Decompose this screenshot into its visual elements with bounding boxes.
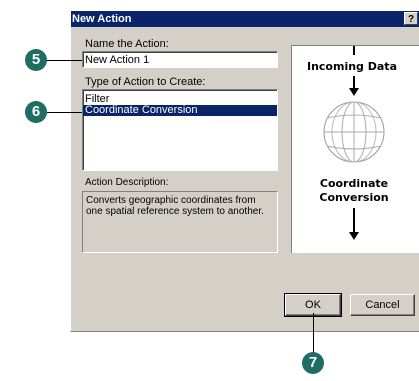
action-name-field[interactable] [82, 51, 278, 68]
action-name-input[interactable] [83, 52, 277, 67]
help-button[interactable]: ? [404, 12, 418, 25]
arrow-head-icon [349, 88, 359, 96]
dialog-title: New Action [72, 13, 132, 25]
arrow-down-icon-2 [349, 232, 359, 240]
new-action-dialog: New Action ? Name the Action: Type of Ac… [70, 10, 419, 332]
globe-icon [323, 101, 385, 163]
callout-7-leader [313, 313, 314, 353]
action-diagram: Incoming Data Coordinate Conversion [291, 45, 419, 253]
type-label: Type of Action to Create: [85, 76, 206, 88]
callout-5-leader [44, 60, 82, 61]
callout-5: 5 [25, 49, 47, 71]
conversion-label: Conversion [319, 191, 388, 204]
cancel-button[interactable]: Cancel [350, 294, 415, 316]
callout-6: 6 [25, 101, 47, 123]
title-bar[interactable]: New Action ? [71, 11, 419, 27]
coordinate-label: Coordinate [320, 177, 388, 190]
list-item-coordinate-conversion[interactable]: Coordinate Conversion [83, 105, 277, 116]
incoming-data-label: Incoming Data [307, 60, 397, 73]
name-label: Name the Action: [85, 38, 169, 50]
callout-7: 7 [302, 352, 324, 374]
description-text: Converts geographic coordinates from one… [86, 195, 264, 217]
description-label: Action Description: [85, 177, 169, 188]
action-description: Converts geographic coordinates from one… [82, 191, 278, 253]
action-type-list[interactable]: Filter Coordinate Conversion [82, 89, 278, 171]
callout-6-leader [44, 112, 82, 113]
